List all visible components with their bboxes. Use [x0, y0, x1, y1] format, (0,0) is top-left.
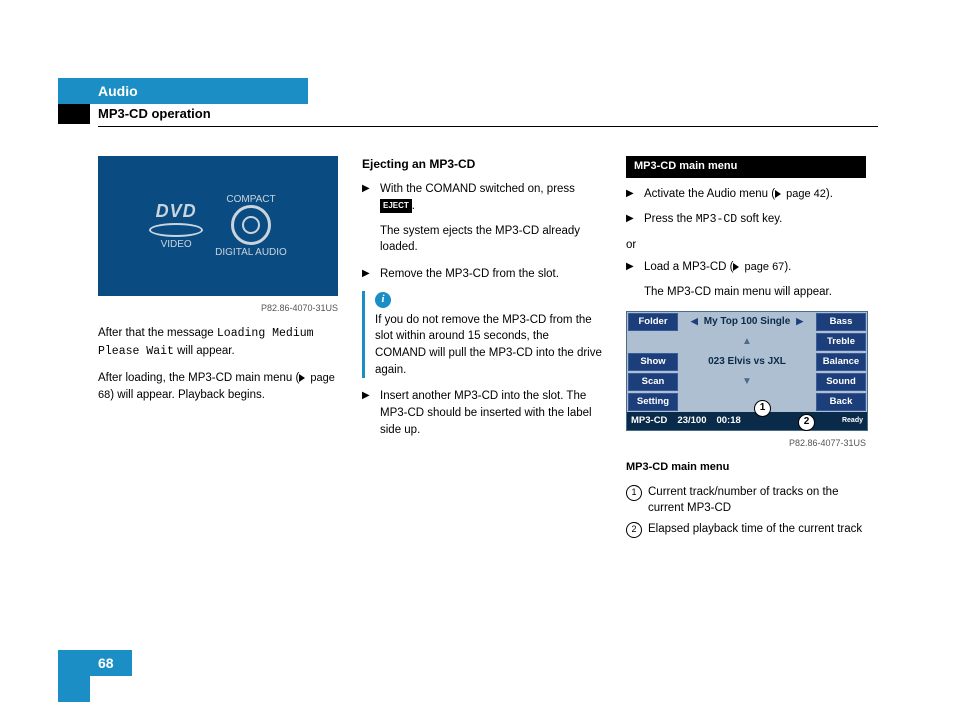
status-source: MP3-CD [631, 414, 667, 428]
column-1: DVD VIDEO COMPACT DIGITAL AUDIO P82.86-4… [98, 156, 338, 542]
legend-text-1: Current track/number of tracks on the cu… [648, 484, 866, 517]
info-text: If you do not remove the MP3-CD from the… [375, 312, 602, 379]
softkey-scan: Scan [628, 373, 678, 391]
image-caption: P82.86-4070-31US [98, 302, 338, 315]
instruction-item: With the COMAND switched on, press EJECT… [362, 181, 602, 256]
disc-logo-bottom: DIGITAL AUDIO [215, 247, 287, 258]
subheading-ejecting: Ejecting an MP3-CD [362, 156, 602, 173]
softkey-back: Back [816, 393, 866, 411]
up-arrow-row: ▲ [679, 332, 815, 352]
manual-page: Audio MP3-CD operation DVD VIDEO COMPACT… [0, 0, 954, 716]
info-note: i If you do not remove the MP3-CD from t… [362, 291, 602, 379]
callout-2: 2 [798, 414, 815, 431]
down-triangle-icon: ▼ [742, 375, 752, 390]
page-ref-triangle-icon [775, 190, 781, 198]
section-marker [58, 104, 90, 124]
dvd-logo-oval-icon [149, 223, 203, 237]
info-icon: i [375, 292, 391, 308]
comand-display-illustration: DVD VIDEO COMPACT DIGITAL AUDIO [98, 156, 338, 296]
mono-text: MP3-CD [696, 213, 737, 226]
instruction-list: Activate the Audio menu ( page 42). Pres… [626, 186, 866, 229]
softkey-folder: Folder [628, 313, 678, 331]
screen-title-row: ◀ My Top 100 Single ▶ [679, 312, 815, 332]
legend-heading: MP3-CD main menu [626, 460, 866, 476]
column-2: Ejecting an MP3-CD With the COMAND switc… [362, 156, 602, 542]
left-triangle-icon: ◀ [691, 315, 698, 328]
status-elapsed-time: 00:18 [716, 414, 740, 428]
softkey-show: Show [628, 353, 678, 371]
screen-row: ▲ Treble [627, 332, 867, 352]
status-bar: MP3-CD 23/100 00:18 Ready [627, 412, 867, 430]
instruction-item: Activate the Audio menu ( page 42). [626, 186, 866, 203]
callout-1: 1 [754, 400, 771, 417]
right-triangle-icon: ▶ [796, 315, 803, 328]
legend-number-2: 2 [626, 522, 642, 538]
page-number: 68 [58, 650, 132, 676]
instruction-list: Insert another MP3-CD into the slot. The… [362, 388, 602, 438]
up-triangle-icon: ▲ [742, 335, 752, 350]
instruction-followup: The MP3-CD main menu will appear. [644, 284, 866, 301]
legend-item: 2 Elapsed playback time of the current t… [626, 521, 866, 538]
screen-row: Setting Back [627, 392, 867, 412]
section-title: MP3-CD operation [98, 106, 211, 121]
image-caption: P82.86-4077-31US [626, 437, 866, 450]
chapter-tab: Audio [58, 78, 308, 104]
playlist-title: My Top 100 Single [704, 315, 791, 330]
compact-disc-logo: COMPACT DIGITAL AUDIO [215, 194, 287, 258]
comand-mp3cd-screen: Folder ◀ My Top 100 Single ▶ Bass ▲ Treb… [626, 311, 868, 431]
screen-row: Scan ▼ Sound [627, 372, 867, 392]
page-corner-decoration [58, 676, 90, 702]
instruction-followup: The system ejects the MP3-CD already loa… [380, 223, 602, 256]
down-arrow-row: ▼ [679, 372, 815, 392]
softkey-bass: Bass [816, 313, 866, 331]
track-name: 023 Elvis vs JXL [679, 352, 815, 372]
instruction-item: Remove the MP3-CD from the slot. [362, 266, 602, 283]
horizontal-rule [98, 126, 878, 127]
screen-row: Folder ◀ My Top 100 Single ▶ Bass [627, 312, 867, 332]
instruction-item: Press the MP3-CD soft key. [626, 211, 866, 229]
softkey-sound: Sound [816, 373, 866, 391]
dvd-logo-bottom: VIDEO [149, 239, 203, 250]
chapter-title: Audio [98, 83, 138, 99]
subheading-bar: MP3-CD main menu [626, 156, 866, 178]
disc-logo-ring-icon [231, 205, 271, 245]
instruction-list: With the COMAND switched on, press EJECT… [362, 181, 602, 282]
page-ref-triangle-icon [733, 263, 739, 271]
softkey-treble: Treble [816, 333, 866, 351]
column-3: MP3-CD main menu Activate the Audio menu… [626, 156, 866, 542]
instruction-item: Load a MP3-CD ( page 67). The MP3-CD mai… [626, 259, 866, 301]
eject-button-icon: EJECT [380, 199, 412, 213]
paragraph-after-loading: After loading, the MP3-CD main menu ( pa… [98, 370, 338, 404]
content-columns: DVD VIDEO COMPACT DIGITAL AUDIO P82.86-4… [98, 156, 866, 542]
empty-center [679, 392, 815, 412]
dvd-video-logo: DVD VIDEO [149, 202, 203, 251]
screen-row: Show 023 Elvis vs JXL Balance [627, 352, 867, 372]
legend-list: 1 Current track/number of tracks on the … [626, 484, 866, 538]
page-ref-triangle-icon [299, 374, 305, 382]
softkey-balance: Balance [816, 353, 866, 371]
status-ready: Ready [842, 416, 863, 426]
comand-screen-wrap: Folder ◀ My Top 100 Single ▶ Bass ▲ Treb… [626, 311, 866, 431]
softkey-setting: Setting [628, 393, 678, 411]
or-separator: or [626, 237, 866, 254]
instruction-list: Load a MP3-CD ( page 67). The MP3-CD mai… [626, 259, 866, 301]
paragraph-loading-message: After that the message Loading Medium Pl… [98, 325, 338, 360]
disc-logo-top: COMPACT [215, 194, 287, 205]
legend-text-2: Elapsed playback time of the current tra… [648, 521, 862, 538]
instruction-item: Insert another MP3-CD into the slot. The… [362, 388, 602, 438]
status-track-count: 23/100 [677, 414, 706, 428]
legend-number-1: 1 [626, 485, 642, 501]
legend-item: 1 Current track/number of tracks on the … [626, 484, 866, 517]
dvd-logo-top: DVD [149, 202, 203, 222]
